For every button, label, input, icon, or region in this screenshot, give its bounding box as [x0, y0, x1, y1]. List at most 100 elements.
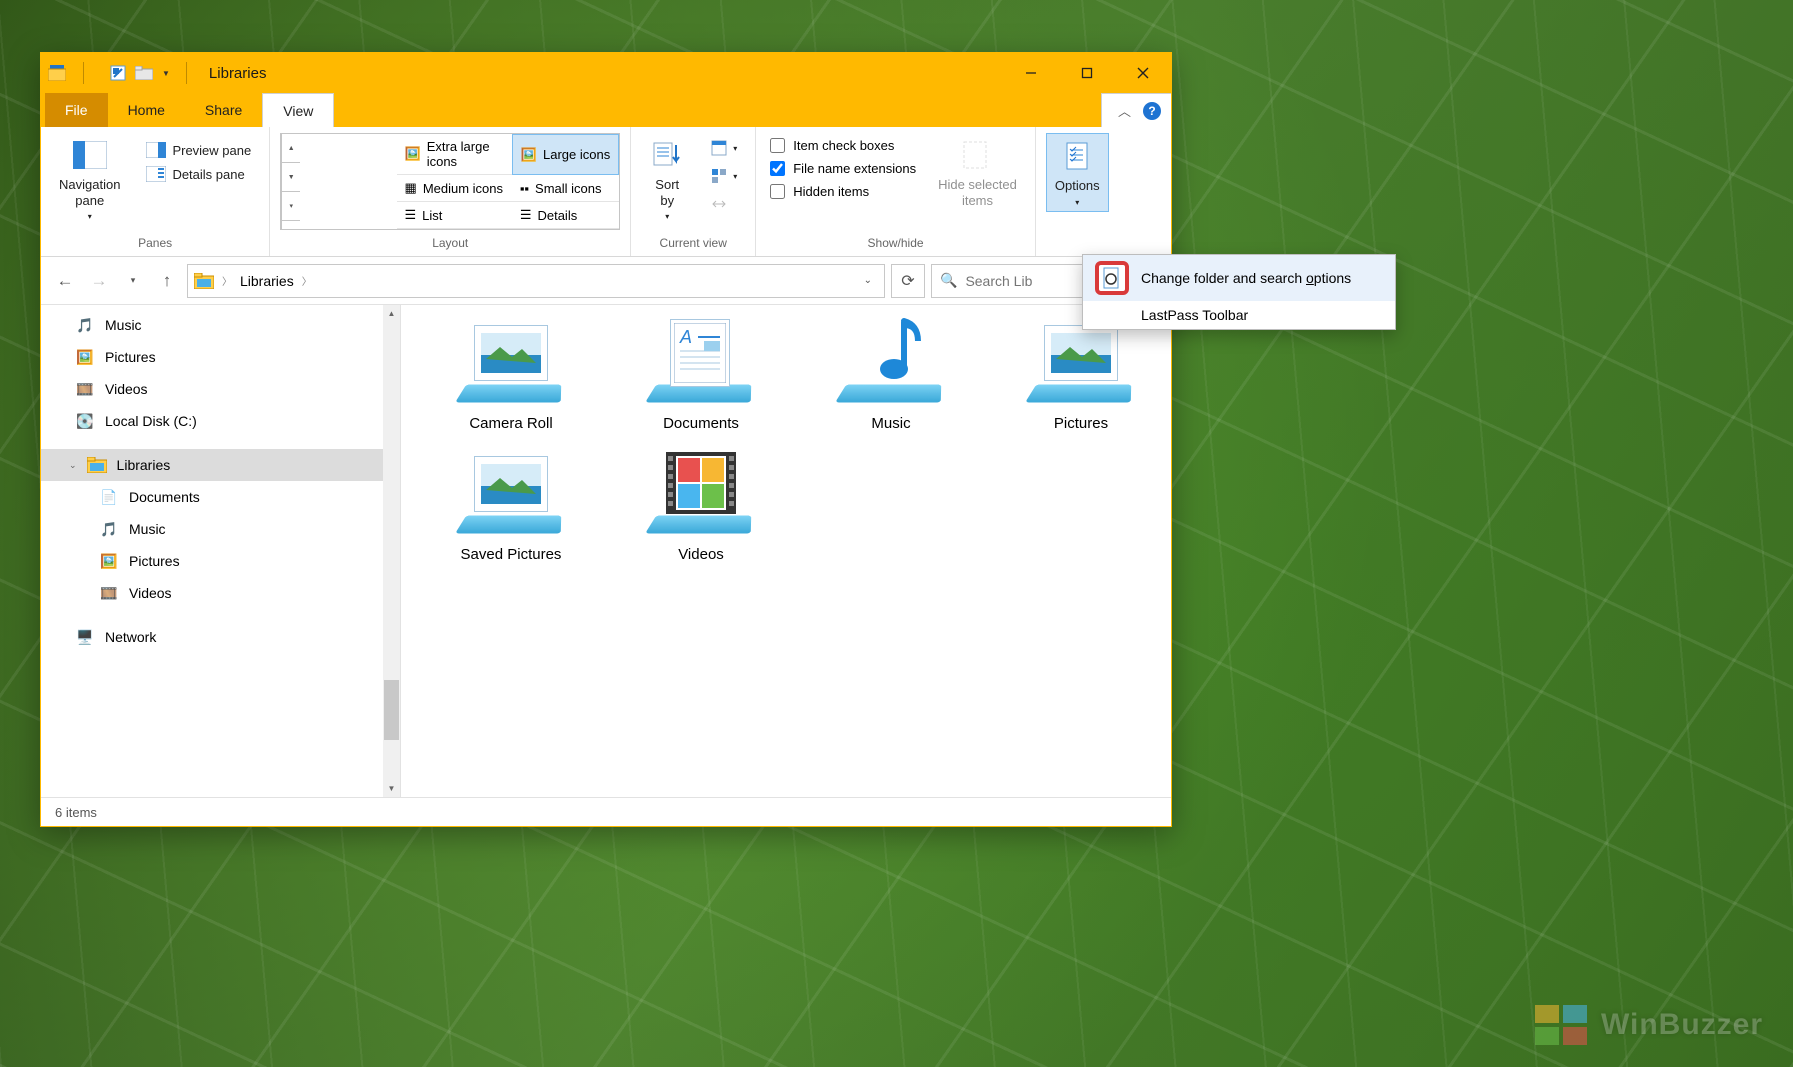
- breadcrumb-libraries[interactable]: Libraries: [240, 273, 294, 289]
- libraries-icon: [87, 455, 107, 475]
- tab-share[interactable]: Share: [185, 93, 262, 127]
- hide-selected-icon: [959, 137, 995, 173]
- refresh-button[interactable]: ⟳: [891, 264, 925, 298]
- item-saved-pictures[interactable]: Saved Pictures: [421, 450, 601, 563]
- qat-properties-icon[interactable]: [108, 63, 128, 83]
- group-show-hide: Item check boxes File name extensions Hi…: [756, 127, 1036, 256]
- preview-pane-icon: [146, 142, 166, 158]
- layout-xl-icon: 🖼️: [405, 146, 421, 162]
- menu-lastpass-toolbar[interactable]: LastPass Toolbar: [1083, 301, 1395, 329]
- music-icon: 🎵: [99, 519, 119, 539]
- sidebar-item-lib-documents[interactable]: 📄Documents: [41, 481, 400, 513]
- menu-change-folder-options[interactable]: Change folder and search options: [1083, 255, 1395, 301]
- item-camera-roll[interactable]: Camera Roll: [421, 319, 601, 432]
- scroll-up-icon[interactable]: ▲: [383, 305, 400, 322]
- maximize-button[interactable]: [1059, 53, 1115, 93]
- sort-by-button[interactable]: Sort by ▾: [641, 133, 693, 226]
- chevron-right-icon[interactable]: 〉: [220, 273, 234, 288]
- folder-options-icon: [1095, 261, 1129, 295]
- group-show-hide-label: Show/hide: [868, 230, 924, 254]
- layout-medium[interactable]: ▦Medium icons: [397, 175, 512, 202]
- sort-icon: [649, 137, 685, 173]
- item-documents[interactable]: A Documents: [611, 319, 791, 432]
- layout-details[interactable]: ☰Details: [512, 202, 619, 229]
- layout-large[interactable]: 🖼️Large icons: [512, 134, 619, 175]
- layout-gallery: 🖼️Extra large icons 🖼️Large icons ▲ ▼ ▾ …: [280, 133, 620, 230]
- details-pane-icon: [146, 166, 166, 182]
- content-pane: Camera Roll A Documents Music Pictures S…: [401, 305, 1171, 797]
- size-columns-button[interactable]: [703, 193, 745, 215]
- layout-list[interactable]: ☰List: [397, 202, 512, 229]
- preview-pane-button[interactable]: Preview pane: [138, 139, 259, 161]
- sidebar-scrollbar[interactable]: ▲ ▼: [383, 305, 400, 797]
- watermark: WinBuzzer: [1535, 1005, 1763, 1045]
- sidebar-item-pictures[interactable]: 🖼️Pictures: [41, 341, 400, 373]
- address-dropdown[interactable]: ⌄: [858, 275, 878, 286]
- help-icon[interactable]: ?: [1143, 102, 1161, 120]
- item-pictures[interactable]: Pictures: [991, 319, 1171, 432]
- hidden-items-check[interactable]: Hidden items: [766, 181, 920, 202]
- tab-file[interactable]: File: [45, 93, 108, 127]
- tab-view[interactable]: View: [262, 93, 334, 127]
- layout-list-icon: ☰: [405, 207, 417, 223]
- explorer-window: ▼ Libraries File Home Share View ︿ ? Na: [40, 52, 1172, 827]
- svg-text:A: A: [679, 327, 692, 347]
- group-by-button[interactable]: ▾: [703, 165, 745, 187]
- tab-home[interactable]: Home: [108, 93, 185, 127]
- layout-small-icon: ▪▪: [520, 181, 529, 196]
- group-panes-label: Panes: [138, 230, 172, 254]
- ribbon-view: Navigation pane ▾ Preview pane Details p…: [41, 127, 1171, 257]
- minimize-button[interactable]: [1003, 53, 1059, 93]
- layout-small[interactable]: ▪▪Small icons: [512, 175, 619, 202]
- group-layout: 🖼️Extra large icons 🖼️Large icons ▲ ▼ ▾ …: [270, 127, 631, 256]
- sidebar-item-localdisk[interactable]: 💽Local Disk (C:): [41, 405, 400, 437]
- layout-scroll-down[interactable]: ▼: [282, 163, 300, 192]
- file-name-extensions-check[interactable]: File name extensions: [766, 158, 920, 179]
- sidebar-item-network[interactable]: 🖥️Network: [41, 621, 400, 653]
- options-button[interactable]: Options ▾: [1046, 133, 1109, 212]
- address-bar[interactable]: 〉 Libraries 〉 ⌄: [187, 264, 885, 298]
- details-pane-button[interactable]: Details pane: [138, 163, 259, 185]
- hide-selected-items-button[interactable]: Hide selected items: [930, 133, 1025, 212]
- navigation-row: ← → ▾ ↑ 〉 Libraries 〉 ⌄ ⟳ 🔍: [41, 257, 1171, 305]
- scroll-down-icon[interactable]: ▼: [383, 780, 400, 797]
- status-bar: 6 items: [41, 797, 1171, 826]
- search-icon: 🔍: [940, 272, 957, 289]
- sidebar-item-lib-music[interactable]: 🎵Music: [41, 513, 400, 545]
- up-button[interactable]: ↑: [153, 267, 181, 295]
- titlebar: ▼ Libraries: [41, 53, 1171, 93]
- sidebar-item-videos[interactable]: 🎞️Videos: [41, 373, 400, 405]
- sidebar-item-lib-pictures[interactable]: 🖼️Pictures: [41, 545, 400, 577]
- recent-locations-button[interactable]: ▾: [119, 267, 147, 295]
- status-item-count: 6 items: [55, 805, 97, 820]
- pictures-icon: 🖼️: [75, 347, 95, 367]
- add-columns-button[interactable]: ▾: [703, 137, 745, 159]
- layout-expand[interactable]: ▾: [282, 192, 300, 221]
- close-button[interactable]: [1115, 53, 1171, 93]
- documents-icon: 📄: [99, 487, 119, 507]
- layout-scroll-up[interactable]: ▲: [282, 134, 300, 163]
- chevron-right-icon[interactable]: 〉: [300, 273, 314, 288]
- navigation-pane-button[interactable]: Navigation pane ▾: [51, 133, 128, 226]
- qat-newfolder-icon[interactable]: [134, 63, 154, 83]
- forward-button[interactable]: →: [85, 267, 113, 295]
- ribbon-collapse-icon[interactable]: ︿: [1118, 101, 1131, 120]
- music-icon: 🎵: [75, 315, 95, 335]
- pictures-icon: 🖼️: [99, 551, 119, 571]
- options-icon: [1059, 138, 1095, 174]
- back-button[interactable]: ←: [51, 267, 79, 295]
- layout-extra-large[interactable]: 🖼️Extra large icons: [397, 134, 512, 175]
- qat-customize-icon[interactable]: ▼: [162, 69, 170, 78]
- drive-icon: 💽: [75, 411, 95, 431]
- sidebar-item-libraries[interactable]: ⌄Libraries: [41, 449, 400, 481]
- videos-icon: 🎞️: [75, 379, 95, 399]
- item-music[interactable]: Music: [801, 319, 981, 432]
- item-check-boxes-check[interactable]: Item check boxes: [766, 135, 920, 156]
- window-title: Libraries: [209, 65, 267, 82]
- options-dropdown-menu: Change folder and search options LastPas…: [1082, 254, 1396, 330]
- sidebar-item-lib-videos[interactable]: 🎞️Videos: [41, 577, 400, 609]
- sidebar-item-music[interactable]: 🎵Music: [41, 309, 400, 341]
- item-videos[interactable]: Videos: [611, 450, 791, 563]
- network-icon: 🖥️: [75, 627, 95, 647]
- scroll-thumb[interactable]: [384, 680, 399, 740]
